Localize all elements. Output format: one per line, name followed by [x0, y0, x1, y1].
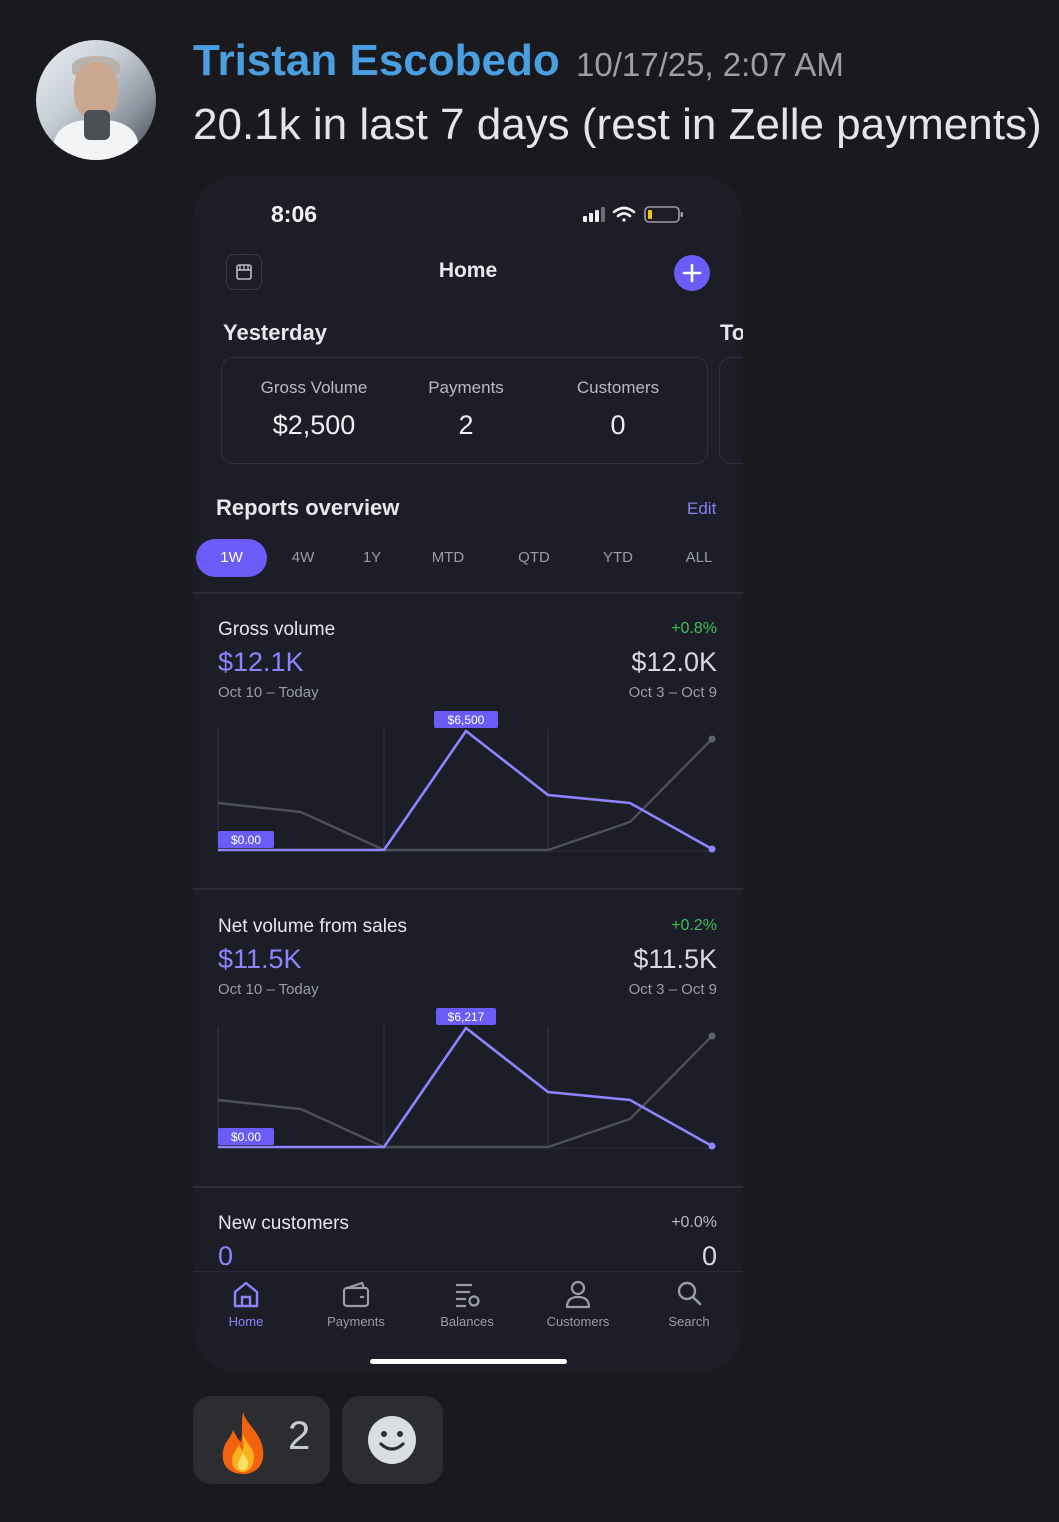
period-all[interactable]: ALL — [669, 539, 729, 577]
add-button[interactable] — [674, 255, 710, 291]
home-indicator[interactable] — [370, 1359, 567, 1364]
message-text: 20.1k in last 7 days (rest in Zelle paym… — [193, 100, 1042, 149]
author-avatar[interactable] — [36, 40, 156, 160]
battery-icon — [644, 206, 683, 223]
stat-customers: Customers 0 — [576, 378, 660, 440]
today-stats-card[interactable] — [719, 357, 743, 464]
metric-title: Net volume from sales — [218, 916, 408, 937]
period-4w[interactable]: 4W — [273, 539, 333, 577]
attached-screenshot[interactable]: 8:06 Home Yesterday To Gross Volume $2,5… — [193, 175, 743, 1373]
reaction-count: 2 — [288, 1414, 311, 1458]
metric-previous-value: 0 — [701, 1241, 717, 1271]
metric-value: 0 — [218, 1241, 234, 1271]
current-period-line — [218, 1026, 713, 1149]
home-icon — [233, 1281, 259, 1308]
status-bar-time: 8:06 — [271, 201, 318, 227]
period-1y[interactable]: 1Y — [342, 539, 402, 577]
metric-change: +0.8% — [671, 620, 717, 637]
metric-date-range: Oct 10 – Today — [218, 981, 319, 998]
metric-previous-range: Oct 3 – Oct 9 — [628, 981, 717, 998]
previous-period-line — [217, 1035, 713, 1149]
tab-balances[interactable]: Balances — [417, 1278, 517, 1329]
period-qtd[interactable]: QTD — [504, 539, 564, 577]
yesterday-stats-card[interactable]: Gross Volume $2,500 Payments 2 Customers… — [221, 357, 708, 464]
fire-icon — [222, 1412, 264, 1474]
wifi-icon — [612, 206, 636, 222]
metric-change: +0.0% — [671, 1214, 717, 1231]
previous-period-end-dot — [708, 1032, 716, 1040]
metric-value: $12.1K — [218, 647, 304, 677]
metric-date-range: Oct 10 – Today — [218, 684, 319, 701]
today-heading: To — [720, 320, 743, 345]
add-reaction-button[interactable] — [342, 1396, 443, 1484]
stat-payments: Payments 2 — [428, 378, 504, 440]
message-timestamp: 10/17/25, 2:07 AM — [576, 46, 844, 83]
tab-payments[interactable]: Payments — [306, 1278, 406, 1329]
metric-previous-value: $12.0K — [631, 647, 717, 677]
tab-home[interactable]: Home — [196, 1278, 296, 1329]
period-selector: 1W 4W 1Y MTD QTD YTD ALL — [196, 539, 741, 579]
period-ytd[interactable]: YTD — [588, 539, 648, 577]
period-mtd[interactable]: MTD — [418, 539, 478, 577]
divider — [193, 592, 743, 594]
base-label: $0.00 — [231, 833, 261, 847]
metric-title: Gross volume — [218, 619, 336, 640]
tab-search[interactable]: Search — [639, 1278, 739, 1329]
previous-period-line — [217, 738, 713, 852]
peak-label: $6,217 — [448, 1010, 485, 1024]
reaction-fire[interactable]: 2 — [193, 1396, 330, 1484]
bottom-tab-bar: Home Payments Balances Customers Search — [193, 1271, 743, 1342]
status-bar-icons — [581, 203, 693, 230]
signal-icon — [583, 207, 605, 222]
page-title: Home — [438, 259, 498, 282]
metric-change: +0.2% — [671, 917, 717, 934]
yesterday-heading: Yesterday — [223, 320, 327, 345]
reports-overview-heading: Reports overview — [216, 495, 400, 520]
net-volume-chart: $6,217 $0.00 — [217, 1008, 716, 1150]
current-period-line — [218, 729, 713, 852]
metric-previous-range: Oct 3 – Oct 9 — [628, 684, 717, 701]
current-period-end-dot — [708, 845, 716, 853]
gross-volume-chart: $6,500 $0.00 — [217, 711, 716, 853]
edit-button[interactable]: Edit — [687, 499, 716, 519]
period-1w[interactable]: 1W — [196, 539, 267, 577]
balances-icon — [456, 1283, 480, 1308]
previous-period-end-dot — [708, 735, 716, 743]
plus-icon — [682, 263, 702, 283]
metric-value: $11.5K — [218, 944, 302, 974]
tab-customers[interactable]: Customers — [528, 1278, 628, 1329]
author-name[interactable]: Tristan Escobedo — [193, 36, 560, 86]
divider — [193, 1186, 743, 1188]
person-icon — [565, 1280, 591, 1309]
peak-label: $6,500 — [448, 713, 485, 727]
search-icon — [677, 1281, 702, 1306]
smiley-icon — [368, 1416, 416, 1464]
divider — [193, 888, 743, 890]
stat-gross-volume: Gross Volume $2,500 — [260, 378, 368, 440]
current-period-end-dot — [708, 1142, 716, 1150]
metric-title: New customers — [218, 1213, 349, 1234]
wallet-icon — [342, 1281, 370, 1308]
metric-previous-value: $11.5K — [633, 944, 717, 974]
base-label: $0.00 — [231, 1130, 261, 1144]
